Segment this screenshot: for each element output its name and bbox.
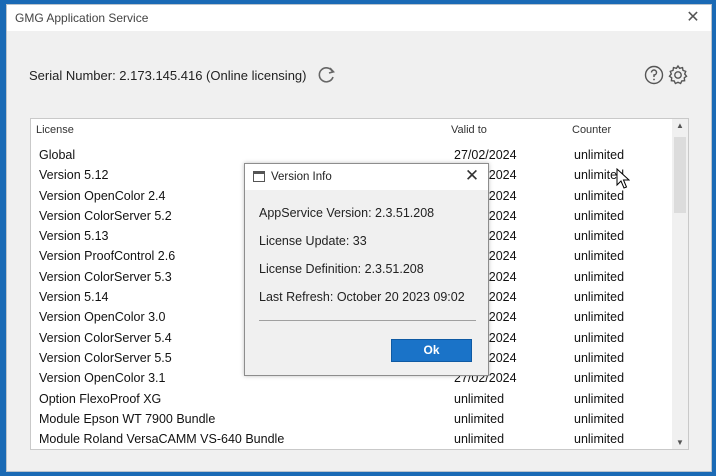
license-name: Version 5.12 — [39, 168, 109, 183]
license-name: Module Epson WT 7900 Bundle — [39, 411, 216, 426]
license-name: Version OpenColor 3.1 — [39, 371, 166, 386]
license-name: Version ProofControl 2.6 — [39, 249, 176, 264]
counter: unlimited — [574, 249, 625, 264]
counter: unlimited — [574, 148, 625, 162]
license-name: Module Roland VersaCAMM VS-640 Bundle — [39, 432, 285, 447]
counter: unlimited — [574, 290, 625, 305]
counter: unlimited — [574, 411, 625, 426]
dialog-title: Version Info — [271, 171, 332, 183]
help-icon[interactable] — [644, 65, 664, 85]
scroll-up-arrow-icon[interactable]: ▲ — [676, 121, 684, 130]
window-close-button[interactable]: ✕ — [683, 8, 703, 28]
title-bar: GMG Application Service ✕ — [7, 5, 711, 31]
gear-icon[interactable] — [667, 64, 689, 86]
vertical-scrollbar[interactable]: ▲ ▼ — [672, 119, 688, 449]
valid-to: 27/02/2024 — [454, 148, 517, 162]
license-name: Global — [39, 148, 76, 162]
license-name: Version ColorServer 5.4 — [39, 330, 172, 345]
counter: unlimited — [574, 208, 625, 223]
column-header-license[interactable]: License — [36, 124, 74, 136]
counter: unlimited — [574, 269, 625, 284]
license-name: Version ColorServer 5.2 — [39, 208, 172, 223]
license-name: Option FlexoProof XG — [39, 391, 162, 406]
app-window: GMG Application Service ✕ Serial Number:… — [6, 4, 712, 472]
counter: unlimited — [574, 371, 625, 386]
counter: unlimited — [574, 330, 625, 345]
table-header: License Valid to Counter — [31, 119, 672, 141]
scroll-down-arrow-icon[interactable]: ▼ — [676, 438, 684, 447]
table-row[interactable]: Module Epson WT 7900 Bundle unlimited unli… — [31, 409, 672, 429]
dialog-separator — [259, 320, 476, 321]
table-row[interactable]: Option FlexoProof XG unlimited unlimited — [31, 389, 672, 409]
appservice-version: AppService Version: 2.3.51.208 — [259, 206, 435, 220]
mouse-cursor-icon — [616, 168, 630, 189]
window-title: GMG Application Service — [15, 11, 149, 25]
dialog-title-bar: Version Info ✕ — [245, 164, 488, 190]
serial-number-label: Serial Number: 2.173.145.416 (Online lic… — [29, 68, 307, 83]
last-refresh: Last Refresh: October 20 2023 09:02 — [259, 290, 465, 304]
counter: unlimited — [574, 350, 625, 365]
scroll-thumb[interactable] — [674, 137, 686, 213]
counter: unlimited — [574, 310, 625, 325]
license-name: Version ColorServer 5.5 — [39, 350, 172, 365]
license-name: Version 5.13 — [39, 229, 109, 244]
valid-to: unlimited — [454, 391, 505, 406]
counter: unlimited — [574, 391, 625, 406]
version-info-dialog: Version Info ✕ AppService Version: 2.3.5… — [244, 163, 489, 376]
counter: unlimited — [574, 188, 625, 203]
license-name: Version 5.14 — [39, 290, 109, 305]
column-header-counter[interactable]: Counter — [572, 124, 611, 136]
refresh-icon[interactable] — [315, 64, 337, 86]
ok-button[interactable]: Ok — [391, 339, 472, 362]
counter: unlimited — [574, 432, 625, 447]
license-name: Version ColorServer 5.3 — [39, 269, 172, 284]
dialog-close-button[interactable]: ✕ — [462, 166, 482, 186]
table-row[interactable]: Module Roland VersaCAMM VS-640 Bundle unl… — [31, 429, 672, 449]
license-name: Version OpenColor 2.4 — [39, 188, 166, 203]
column-header-valid-to[interactable]: Valid to — [451, 124, 487, 136]
window-app-icon — [253, 171, 265, 182]
license-definition: License Definition: 2.3.51.208 — [259, 262, 424, 276]
valid-to: unlimited — [454, 411, 505, 426]
license-update: License Update: 33 — [259, 234, 367, 248]
valid-to: unlimited — [454, 432, 505, 447]
license-name: Version OpenColor 3.0 — [39, 310, 166, 325]
counter: unlimited — [574, 229, 625, 244]
